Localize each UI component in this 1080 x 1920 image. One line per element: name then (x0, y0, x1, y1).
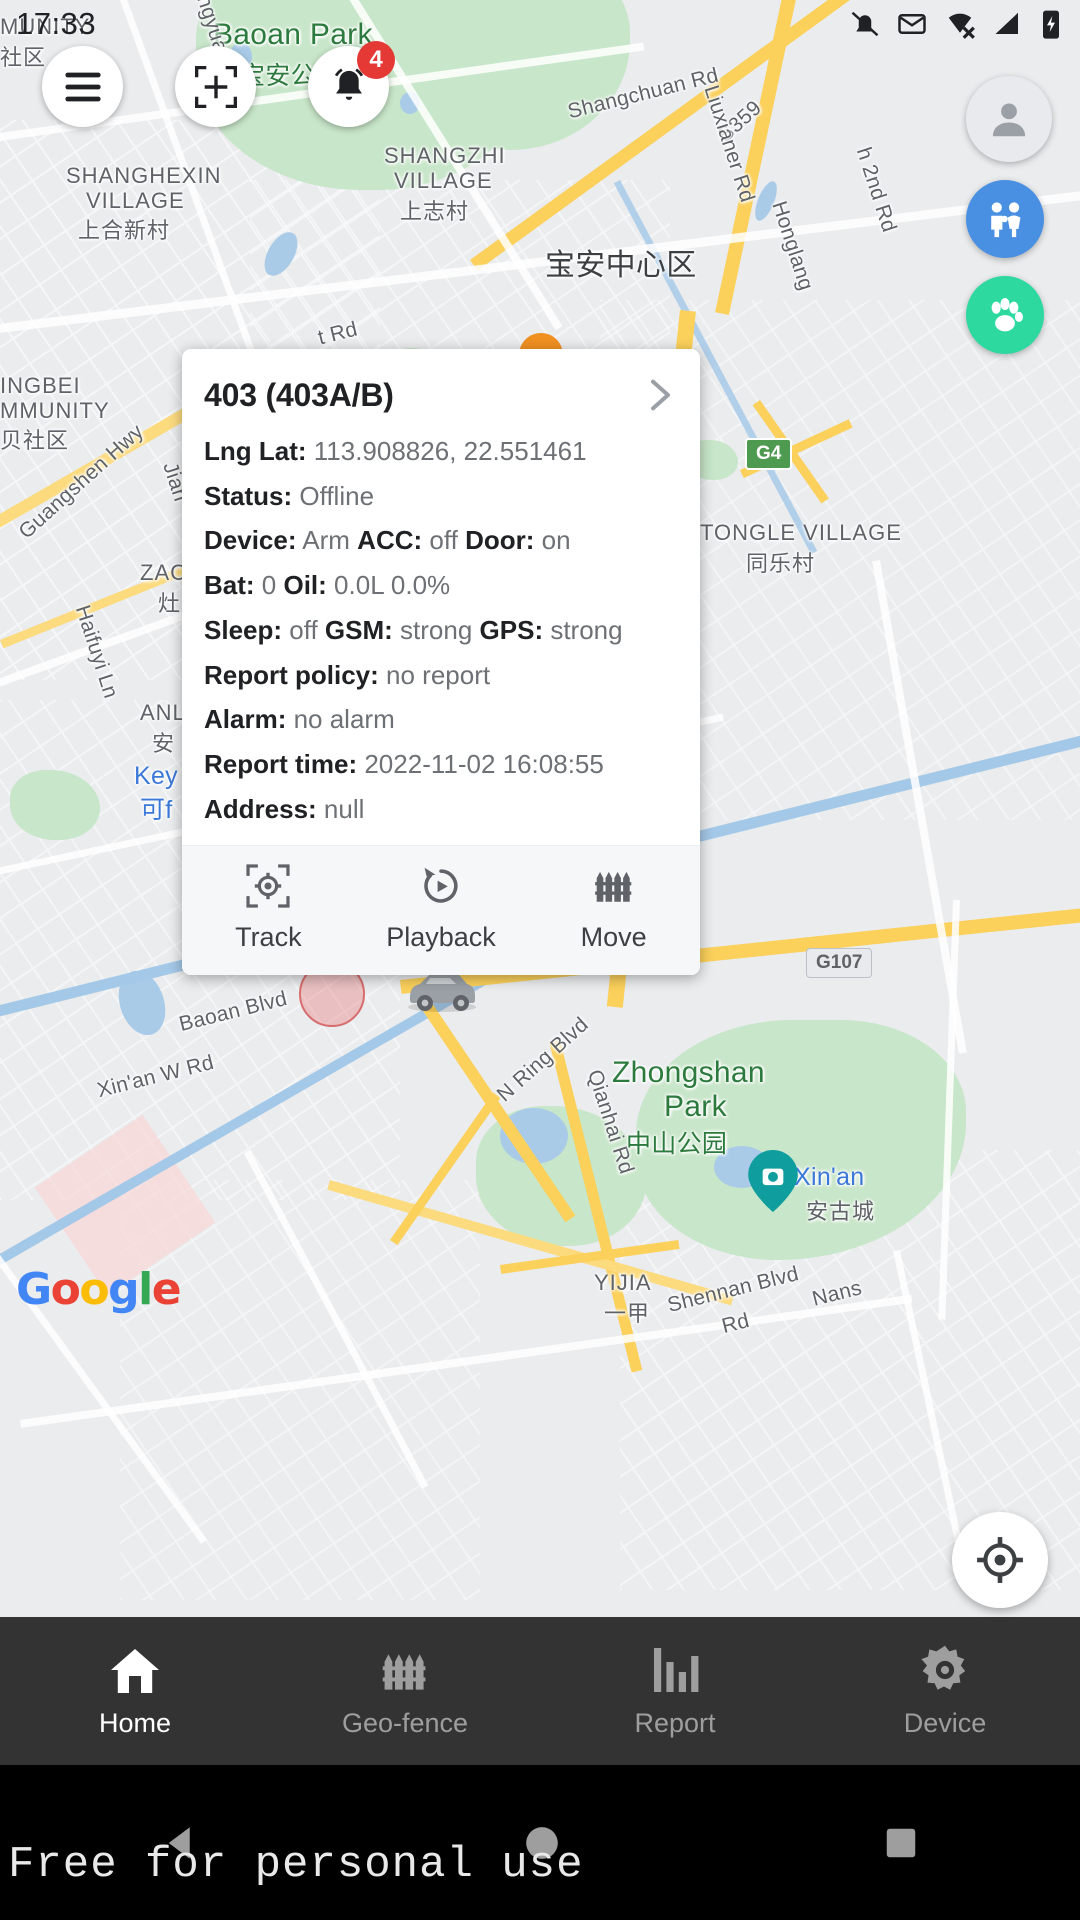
map-poi-pin[interactable] (748, 1150, 798, 1212)
track-crosshair-icon (246, 864, 290, 909)
device-title: 403 (403A/B) (204, 376, 394, 413)
move-label: Move (580, 922, 647, 953)
email-icon (898, 14, 926, 34)
fence-icon (594, 872, 631, 903)
menu-button[interactable] (42, 46, 123, 127)
nav-label-device: Device (903, 1707, 987, 1738)
bar-chart-icon (654, 1647, 699, 1692)
device-detail-row: Address: null (204, 793, 365, 824)
playback-label: Playback (386, 922, 496, 953)
pet-button[interactable] (966, 276, 1044, 354)
bottom-navigation: Home Geo-fence Report Device (0, 1617, 1080, 1765)
fence-icon (382, 1653, 426, 1690)
device-detail-row: Lng Lat: 113.908826, 22.551461 (204, 436, 587, 466)
account-icon (992, 103, 1026, 137)
device-detail-row: Status: Offline (204, 480, 375, 511)
track-label: Track (235, 922, 302, 953)
top-toolbar: 4 (42, 41, 395, 127)
bar-chart-icon-wrap (650, 1644, 700, 1696)
gear-icon-wrap (919, 1644, 971, 1696)
nav-label-report: Report (634, 1707, 716, 1738)
replay-history-icon (424, 868, 458, 904)
device-detail-row: Device: Arm ACC: off Door: on (204, 525, 571, 556)
nav-label-home: Home (98, 1707, 172, 1738)
signal-icon (995, 12, 1018, 34)
device-action-bar: Track Playback Move (182, 845, 700, 976)
gear-icon (921, 1645, 966, 1690)
family-icon (991, 202, 1021, 238)
chevron-right-icon (651, 379, 670, 411)
silenced-icon (851, 11, 879, 37)
account-button[interactable] (966, 76, 1052, 162)
menu-icon (64, 72, 101, 101)
device-detail-row: Sleep: off GSM: strong GPS: strong (204, 614, 623, 645)
wifi-off-icon (948, 13, 975, 39)
device-info-header[interactable]: 403 (403A/B) (182, 349, 700, 423)
nav-item-report[interactable]: Report (540, 1617, 810, 1765)
notifications-button[interactable]: 4 (308, 41, 395, 127)
paw-icon (991, 297, 1023, 332)
device-detail-row: Bat: 0 Oil: 0.0L 0.0% (204, 570, 451, 601)
nav-item-home[interactable]: Home (0, 1617, 270, 1765)
google-logo: Google (16, 1264, 182, 1315)
status-icon-group (848, 8, 1064, 40)
recents-square-icon[interactable] (882, 1824, 920, 1862)
family-button[interactable] (966, 180, 1044, 258)
battery-charging-icon (1043, 10, 1059, 39)
nav-label-geofence: Geo-fence (341, 1707, 469, 1738)
device-info-card[interactable]: 403 (403A/B) Lng Lat: 113.908826, 22.551… (182, 349, 700, 976)
device-detail-row: Report time: 2022-11-02 16:08:55 (204, 749, 604, 780)
status-time: 17:33 (16, 6, 97, 41)
my-location-icon (977, 1537, 1023, 1583)
device-detail-list: Lng Lat: 113.908826, 22.551461 Status: Of… (182, 423, 700, 845)
move-button[interactable]: Move (527, 846, 700, 975)
status-bar: 17:33 (0, 0, 1080, 48)
right-control-stack (966, 76, 1052, 372)
device-detail-row: Report policy: no report (204, 659, 491, 690)
nav-item-geofence[interactable]: Geo-fence (270, 1617, 540, 1765)
fit-bounds-button[interactable] (175, 46, 256, 127)
fence-icon-wrap (379, 1644, 431, 1696)
device-detail-row: Alarm: no alarm (204, 704, 395, 735)
home-icon (111, 1648, 159, 1693)
watermark-text: Free for personal use (8, 1840, 584, 1890)
my-location-button[interactable] (952, 1512, 1048, 1608)
nav-item-device[interactable]: Device (810, 1617, 1080, 1765)
home-icon-wrap (109, 1644, 161, 1696)
playback-button[interactable]: Playback (355, 846, 528, 975)
fit-bounds-icon (194, 65, 237, 108)
track-button[interactable]: Track (182, 846, 355, 975)
expand-details-button[interactable] (638, 375, 678, 415)
